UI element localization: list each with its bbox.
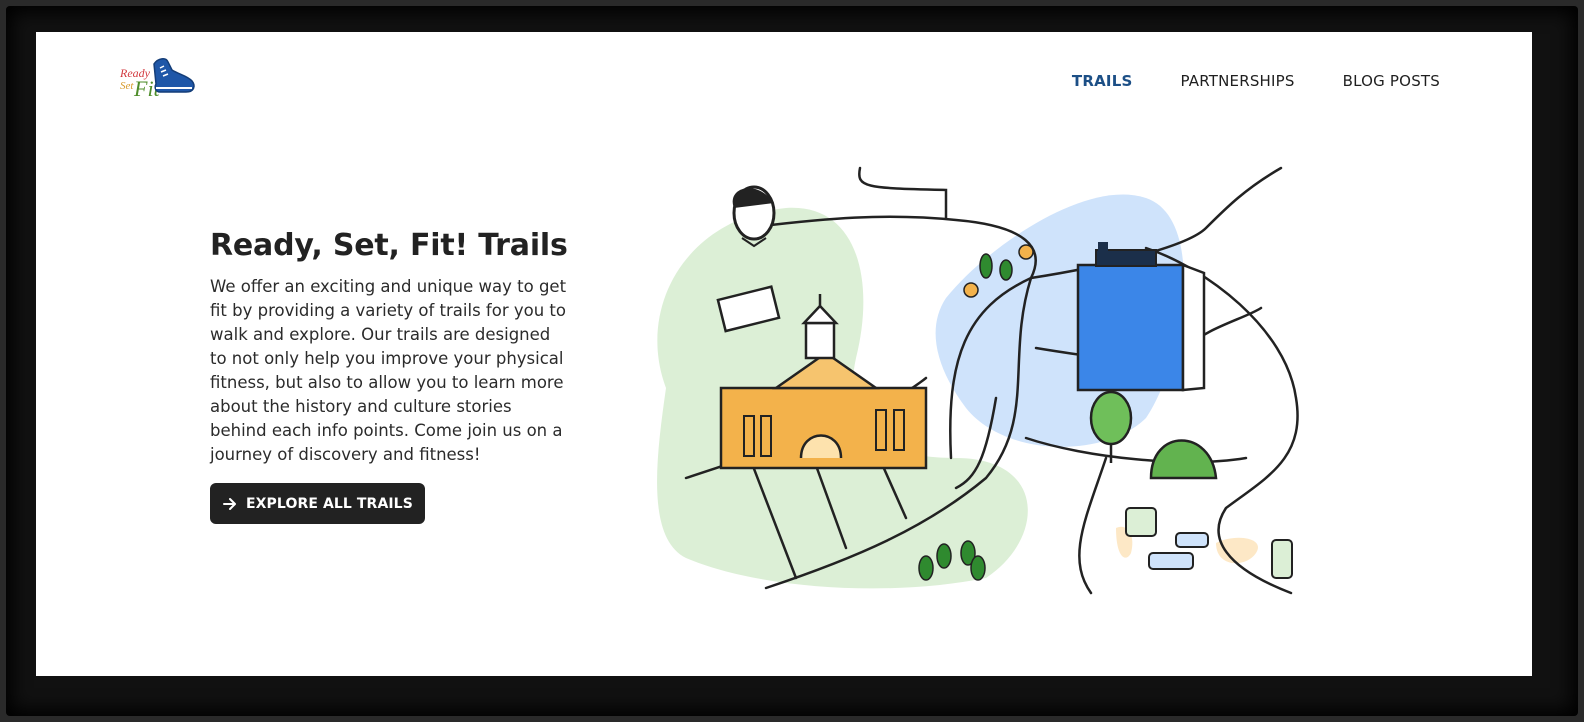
logo-set-text: Set	[120, 80, 134, 92]
main-nav: TRAILS PARTNERSHIPS BLOG POSTS	[1072, 72, 1440, 90]
hero-title: Ready, Set, Fit! Trails	[210, 228, 568, 263]
cta-label: EXPLORE ALL TRAILS	[246, 495, 413, 512]
nav-blog-posts[interactable]: BLOG POSTS	[1343, 72, 1440, 90]
nav-trails[interactable]: TRAILS	[1072, 72, 1133, 90]
page: Ready Set Fit TRAILS PARTNERSHIPS BLOG P…	[36, 32, 1532, 676]
brand-logo[interactable]: Ready Set Fit	[120, 54, 210, 104]
small-buildings	[1125, 507, 1293, 579]
nav-partnerships[interactable]: PARTNERSHIPS	[1180, 72, 1294, 90]
hero-text: Ready, Set, Fit! Trails We offer an exci…	[210, 228, 570, 467]
shoe-icon	[153, 58, 195, 93]
trail-map-illustration	[657, 166, 1299, 595]
orange-patch	[1216, 537, 1258, 564]
hero-description: We offer an exciting and unique way to g…	[210, 277, 567, 464]
explore-all-trails-button[interactable]: EXPLORE ALL TRAILS	[210, 483, 425, 524]
arrow-right-icon	[223, 497, 236, 510]
